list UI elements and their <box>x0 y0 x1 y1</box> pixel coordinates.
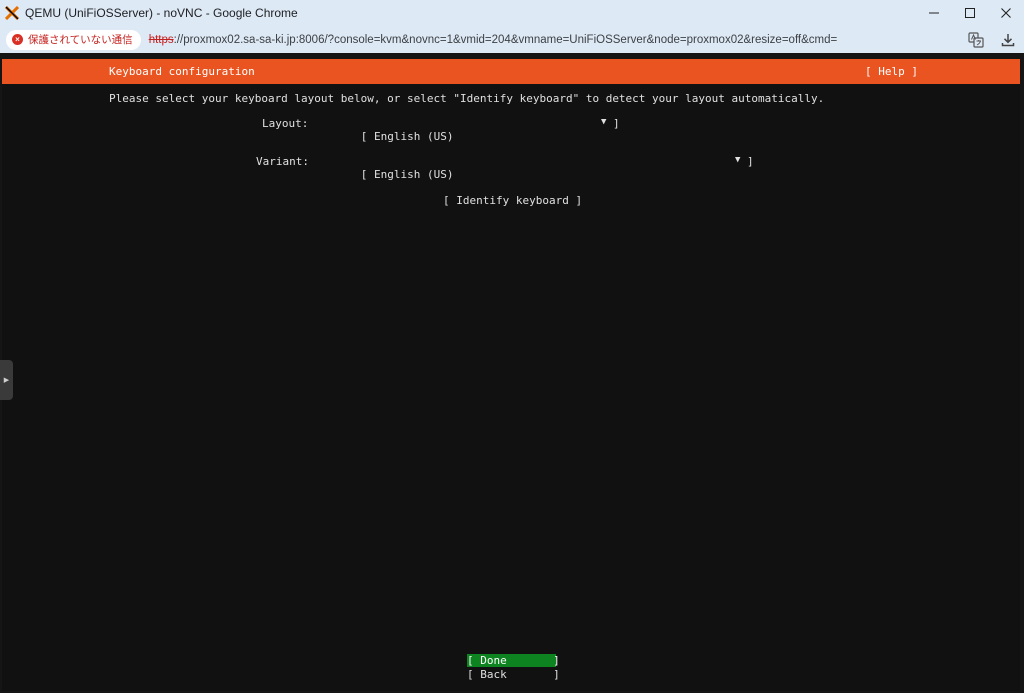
proxmox-icon <box>5 6 19 20</box>
maximize-icon <box>965 8 975 18</box>
chevron-down-icon: ▼ <box>735 155 741 165</box>
variant-label: Variant: <box>256 155 309 168</box>
help-button[interactable]: [ Help ] <box>865 65 918 78</box>
maximize-button[interactable] <box>952 0 988 26</box>
layout-select-close: ] <box>613 117 620 130</box>
close-button[interactable] <box>988 0 1024 26</box>
url-scheme: https <box>148 33 174 46</box>
layout-label: Layout: <box>262 117 309 130</box>
minimize-icon <box>929 12 939 14</box>
translate-button[interactable] <box>960 26 992 53</box>
close-icon <box>1001 8 1011 18</box>
window-titlebar: QEMU (UniFiOSServer) - noVNC - Google Ch… <box>0 0 1024 26</box>
chevron-down-icon: ▼ <box>601 117 607 127</box>
url-field[interactable]: https://proxmox02.sa-sa-ki.jp:8006/?cons… <box>149 34 838 46</box>
back-button[interactable]: [ Back ] <box>467 668 560 681</box>
instruction-text: Please select your keyboard layout below… <box>109 92 825 105</box>
window-controls <box>916 0 1024 26</box>
translate-icon <box>968 31 984 48</box>
security-indicator[interactable]: × 保護されていない通信 <box>6 29 141 50</box>
address-bar: × 保護されていない通信 https://proxmox02.sa-sa-ki.… <box>0 26 1024 53</box>
variant-select[interactable]: [ English (US) ▼ ] <box>321 155 756 181</box>
installer-header: Keyboard configuration [ Help ] <box>2 59 1020 84</box>
address-bar-actions <box>960 26 1024 53</box>
identify-keyboard-button[interactable]: [ Identify keyboard ] <box>443 194 582 207</box>
variant-select-close: ] <box>747 155 754 168</box>
novnc-viewport[interactable]: Keyboard configuration [ Help ] Please s… <box>0 53 1024 693</box>
url-text: ://proxmox02.sa-sa-ki.jp:8006/?console=k… <box>173 33 838 46</box>
done-button[interactable]: [ Done ] <box>467 654 560 667</box>
window-title: QEMU (UniFiOSServer) - noVNC - Google Ch… <box>25 6 298 20</box>
layout-select[interactable]: [ English (US) ▼ ] <box>321 117 621 143</box>
page-title: Keyboard configuration <box>109 65 255 78</box>
security-label: 保護されていない通信 <box>28 34 133 46</box>
chevron-right-icon: ▶ <box>3 377 10 384</box>
download-button[interactable] <box>992 26 1024 53</box>
warning-icon: × <box>12 34 23 45</box>
variant-value: [ English (US) <box>360 168 454 181</box>
layout-value: [ English (US) <box>360 130 454 143</box>
installer-screen: Keyboard configuration [ Help ] Please s… <box>2 59 1020 691</box>
minimize-button[interactable] <box>916 0 952 26</box>
download-icon <box>1001 33 1015 46</box>
novnc-sidebar-handle[interactable]: ▶ <box>0 360 13 400</box>
